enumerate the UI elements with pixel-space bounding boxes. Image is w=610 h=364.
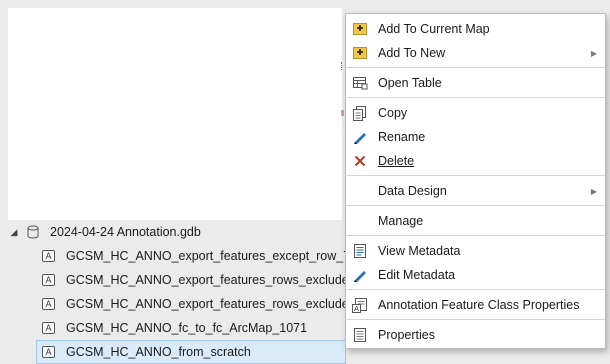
menu-item-view-metadata[interactable]: View Metadata bbox=[346, 239, 605, 263]
submenu-arrow-icon: ▶ bbox=[590, 186, 597, 196]
gdb-label: 2024-04-24 Annotation.gdb bbox=[50, 225, 201, 239]
menu-label: View Metadata bbox=[378, 244, 461, 258]
menu-label: Data Design bbox=[378, 184, 447, 198]
tree-item-label: GCSM_HC_ANNO_export_features_rows_exclud… bbox=[66, 273, 356, 287]
delete-x-icon bbox=[354, 155, 366, 167]
tree-item-export-except-row-73[interactable]: A GCSM_HC_ANNO_export_features_except_ro… bbox=[36, 244, 357, 268]
menu-label: Edit Metadata bbox=[378, 268, 456, 282]
menu-item-data-design[interactable]: Data Design ▶ bbox=[346, 179, 605, 203]
tree-item-export-rows-excluded[interactable]: A GCSM_HC_ANNO_export_features_rows_excl… bbox=[36, 268, 356, 292]
menu-separator bbox=[346, 319, 605, 320]
copy-icon bbox=[353, 106, 366, 121]
tree-item-label: GCSM_HC_ANNO_fc_to_fc_ArcMap_1071 bbox=[66, 321, 308, 335]
tree-item-label: GCSM_HC_ANNO_export_features_except_row_… bbox=[66, 249, 358, 263]
annotation-icon: A bbox=[42, 346, 55, 358]
geodatabase-icon bbox=[27, 225, 39, 239]
menu-separator bbox=[346, 235, 605, 236]
menu-label: Rename bbox=[378, 130, 426, 144]
submenu-arrow-icon: ▶ bbox=[590, 48, 597, 58]
tree-item-fc-to-fc-arcmap-1071[interactable]: A GCSM_HC_ANNO_fc_to_fc_ArcMap_1071 bbox=[36, 316, 346, 340]
annotation-properties-icon: A bbox=[352, 298, 367, 313]
tree-item-export-rows-excluded-2[interactable]: A GCSM_HC_ANNO_export_features_rows_excl… bbox=[36, 292, 370, 316]
menu-item-annotation-properties[interactable]: A Annotation Feature Class Properties bbox=[346, 293, 605, 317]
menu-item-manage[interactable]: Manage bbox=[346, 209, 605, 233]
annotation-icon: A bbox=[42, 322, 55, 334]
menu-separator bbox=[346, 175, 605, 176]
panel-edge-marker-2 bbox=[341, 110, 344, 116]
menu-separator bbox=[346, 289, 605, 290]
menu-label: Annotation Feature Class Properties bbox=[378, 298, 580, 312]
tree-item-label: GCSM_HC_ANNO_from_scratch bbox=[66, 345, 251, 359]
add-to-map-icon bbox=[353, 23, 367, 35]
menu-item-edit-metadata[interactable]: Edit Metadata bbox=[346, 263, 605, 287]
menu-item-copy[interactable]: Copy bbox=[346, 101, 605, 125]
menu-label: Copy bbox=[378, 106, 408, 120]
tree-gdb-row[interactable]: ◢ 2024-04-24 Annotation.gdb bbox=[0, 220, 345, 244]
menu-label: Properties bbox=[378, 328, 435, 342]
menu-item-add-to-new[interactable]: Add To New ▶ bbox=[346, 41, 605, 65]
add-to-new-icon bbox=[353, 47, 367, 59]
pencil-icon bbox=[354, 133, 366, 144]
metadata-icon bbox=[354, 244, 366, 258]
menu-item-add-to-current-map[interactable]: Add To Current Map bbox=[346, 17, 605, 41]
menu-item-open-table[interactable]: Open Table bbox=[346, 71, 605, 95]
annotation-icon: A bbox=[42, 274, 55, 286]
menu-label: Add To New bbox=[378, 46, 446, 60]
edit-pencil-icon bbox=[354, 271, 366, 282]
menu-item-properties[interactable]: Properties bbox=[346, 323, 605, 347]
menu-separator bbox=[346, 205, 605, 206]
menu-label: Open Table bbox=[378, 76, 442, 90]
menu-label: Delete bbox=[378, 154, 415, 168]
table-icon bbox=[353, 77, 368, 90]
annotation-icon: A bbox=[42, 250, 55, 262]
context-menu: Add To Current Map Add To New ▶ Open Tab… bbox=[345, 13, 606, 349]
tree-item-label: GCSM_HC_ANNO_export_features_rows_exclud… bbox=[66, 297, 370, 311]
collapse-expander-icon[interactable]: ◢ bbox=[9, 227, 19, 237]
properties-icon bbox=[354, 328, 366, 342]
menu-item-delete[interactable]: Delete bbox=[346, 149, 605, 173]
tree-item-from-scratch[interactable]: A GCSM_HC_ANNO_from_scratch bbox=[36, 340, 346, 364]
svg-text:A: A bbox=[354, 306, 359, 313]
menu-label: Add To Current Map bbox=[378, 22, 490, 36]
menu-label: Manage bbox=[378, 214, 424, 228]
menu-separator bbox=[346, 97, 605, 98]
menu-separator bbox=[346, 67, 605, 68]
menu-item-rename[interactable]: Rename bbox=[346, 125, 605, 149]
map-blank-area bbox=[8, 8, 342, 220]
annotation-icon: A bbox=[42, 298, 55, 310]
